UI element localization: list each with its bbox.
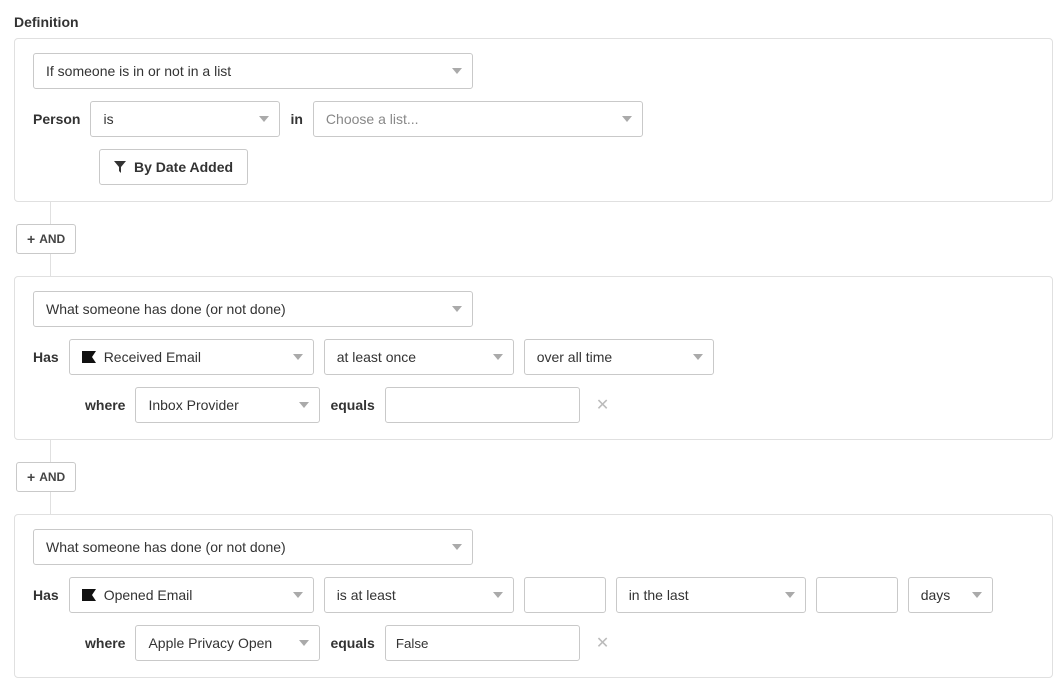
plus-icon: + [27, 469, 35, 485]
time-unit-select[interactable]: days [908, 577, 993, 613]
and-connector-2: + AND [14, 440, 1053, 514]
connector-line [50, 492, 51, 514]
chevron-down-icon [452, 304, 462, 314]
timeframe-value: over all time [537, 349, 612, 365]
filter-field-select[interactable]: Inbox Provider [135, 387, 320, 423]
timeframe-select[interactable]: over all time [524, 339, 714, 375]
condition-type-select[interactable]: If someone is in or not in a list [33, 53, 473, 89]
chevron-down-icon [259, 114, 269, 124]
chevron-down-icon [785, 590, 795, 600]
chevron-down-icon [293, 590, 303, 600]
metric-value: Received Email [104, 349, 201, 365]
metric-select[interactable]: Received Email [69, 339, 314, 375]
has-label: Has [33, 349, 59, 365]
condition-type-select[interactable]: What someone has done (or not done) [33, 529, 473, 565]
and-connector-1: + AND [14, 202, 1053, 276]
chevron-down-icon [493, 352, 503, 362]
filter-icon [114, 161, 126, 173]
where-label: where [85, 397, 125, 413]
frequency-value: is at least [337, 587, 396, 603]
equals-label: equals [330, 397, 374, 413]
frequency-select[interactable]: is at least [324, 577, 514, 613]
plus-icon: + [27, 231, 35, 247]
chevron-down-icon [293, 352, 303, 362]
condition-group-1: If someone is in or not in a list Person… [14, 38, 1053, 202]
flag-icon [82, 351, 98, 363]
filter-field-value: Apple Privacy Open [148, 635, 272, 651]
filter-field-value: Inbox Provider [148, 397, 238, 413]
and-button[interactable]: + AND [16, 224, 76, 254]
and-label: AND [39, 232, 65, 246]
chevron-down-icon [493, 590, 503, 600]
filter-value-input[interactable] [385, 387, 580, 423]
chevron-down-icon [693, 352, 703, 362]
connector-line [50, 440, 51, 462]
remove-filter-button[interactable]: ✕ [590, 395, 615, 415]
connector-line [50, 254, 51, 276]
chevron-down-icon [299, 400, 309, 410]
chevron-down-icon [452, 66, 462, 76]
timeframe-value-input[interactable] [816, 577, 898, 613]
condition-group-2: What someone has done (or not done) Has … [14, 276, 1053, 440]
remove-filter-button[interactable]: ✕ [590, 633, 615, 653]
frequency-value: at least once [337, 349, 416, 365]
condition-type-label: What someone has done (or not done) [46, 301, 286, 317]
condition-type-label: What someone has done (or not done) [46, 539, 286, 555]
and-label: AND [39, 470, 65, 484]
time-unit-value: days [921, 587, 951, 603]
by-date-added-button[interactable]: By Date Added [99, 149, 248, 185]
frequency-select[interactable]: at least once [324, 339, 514, 375]
timeframe-select[interactable]: in the last [616, 577, 806, 613]
list-select[interactable]: Choose a list... [313, 101, 643, 137]
by-date-added-label: By Date Added [134, 159, 233, 175]
filter-value-input[interactable] [385, 625, 580, 661]
filter-field-select[interactable]: Apple Privacy Open [135, 625, 320, 661]
metric-value: Opened Email [104, 587, 193, 603]
person-label: Person [33, 111, 80, 127]
person-op-value: is [103, 111, 113, 127]
frequency-count-input[interactable] [524, 577, 606, 613]
chevron-down-icon [972, 590, 982, 600]
in-label: in [290, 111, 302, 127]
connector-line [50, 202, 51, 224]
condition-type-select[interactable]: What someone has done (or not done) [33, 291, 473, 327]
chevron-down-icon [452, 542, 462, 552]
flag-icon [82, 589, 98, 601]
list-placeholder: Choose a list... [326, 111, 419, 127]
chevron-down-icon [299, 638, 309, 648]
and-button[interactable]: + AND [16, 462, 76, 492]
equals-label: equals [330, 635, 374, 651]
person-op-select[interactable]: is [90, 101, 280, 137]
condition-group-3: What someone has done (or not done) Has … [14, 514, 1053, 678]
condition-type-label: If someone is in or not in a list [46, 63, 231, 79]
timeframe-value: in the last [629, 587, 689, 603]
definition-header: Definition [14, 14, 1053, 30]
where-label: where [85, 635, 125, 651]
metric-select[interactable]: Opened Email [69, 577, 314, 613]
has-label: Has [33, 587, 59, 603]
chevron-down-icon [622, 114, 632, 124]
